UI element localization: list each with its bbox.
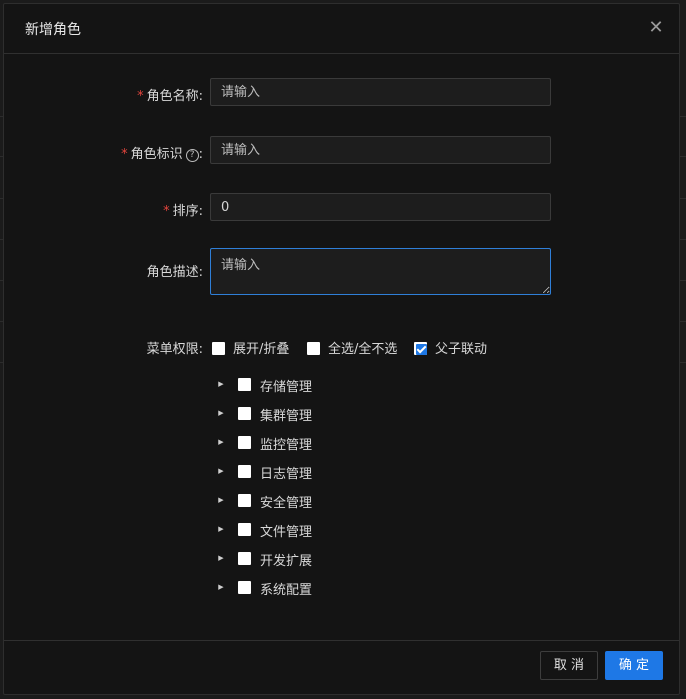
caret-right-icon[interactable]: ▶ bbox=[216, 495, 226, 505]
check-icon bbox=[416, 343, 427, 354]
role-name-input[interactable] bbox=[210, 78, 551, 106]
parent-child-link-checkbox[interactable]: 父子联动 bbox=[414, 338, 487, 357]
dialog-header: 新增角色 ✕ bbox=[4, 4, 679, 54]
caret-right-icon[interactable]: ▶ bbox=[216, 379, 226, 389]
caret-right-icon[interactable]: ▶ bbox=[216, 553, 226, 563]
tree-item-label: 文件管理 bbox=[260, 525, 313, 540]
checkbox[interactable] bbox=[238, 407, 251, 420]
required-mark: * bbox=[137, 89, 144, 104]
checkbox[interactable] bbox=[307, 342, 320, 355]
role-key-input[interactable] bbox=[210, 136, 551, 164]
tree-item-label: 监控管理 bbox=[260, 438, 313, 453]
tree-item-label: 系统配置 bbox=[260, 583, 313, 598]
checkbox[interactable] bbox=[212, 342, 225, 355]
caret-right-icon[interactable]: ▶ bbox=[216, 466, 226, 476]
checkbox-checked[interactable] bbox=[414, 342, 427, 355]
menu-perm-label: 菜单权限: bbox=[146, 342, 203, 357]
checkbox[interactable] bbox=[238, 465, 251, 478]
checkbox[interactable] bbox=[238, 581, 251, 594]
required-mark: * bbox=[163, 204, 170, 219]
expand-collapse-label: 展开/折叠 bbox=[233, 342, 290, 357]
help-icon[interactable]: ? bbox=[185, 149, 199, 162]
role-key-label: * 角色标识?: bbox=[121, 143, 203, 162]
dialog-footer: 取 消 确 定 bbox=[4, 640, 679, 694]
tree-item-label: 集群管理 bbox=[260, 409, 313, 424]
confirm-button[interactable]: 确 定 bbox=[605, 651, 663, 680]
dialog-title: 新增角色 bbox=[25, 22, 81, 38]
role-key-label-colon: : bbox=[198, 147, 203, 162]
tree-item-label: 开发扩展 bbox=[260, 554, 313, 569]
sort-input[interactable] bbox=[210, 193, 551, 221]
tree-item-label: 日志管理 bbox=[260, 467, 313, 482]
description-label: 角色描述: bbox=[146, 265, 203, 280]
checkbox[interactable] bbox=[238, 436, 251, 449]
checkbox[interactable] bbox=[238, 552, 251, 565]
caret-right-icon[interactable]: ▶ bbox=[216, 582, 226, 592]
select-all-checkbox[interactable]: 全选/全不选 bbox=[307, 338, 397, 357]
select-all-label: 全选/全不选 bbox=[328, 342, 398, 357]
role-name-label: * 角色名称: bbox=[137, 85, 203, 104]
tree-item-label: 安全管理 bbox=[260, 496, 313, 511]
role-key-label-text: 角色标识 bbox=[130, 147, 183, 162]
checkbox[interactable] bbox=[238, 494, 251, 507]
caret-right-icon[interactable]: ▶ bbox=[216, 408, 226, 418]
sort-label: * 排序: bbox=[163, 200, 203, 219]
description-textarea[interactable] bbox=[210, 248, 551, 295]
parent-child-link-label: 父子联动 bbox=[435, 342, 488, 357]
checkbox[interactable] bbox=[238, 378, 251, 391]
sort-label-text: 排序: bbox=[172, 204, 203, 219]
required-mark: * bbox=[121, 147, 128, 162]
caret-right-icon[interactable]: ▶ bbox=[216, 437, 226, 447]
expand-collapse-checkbox[interactable]: 展开/折叠 bbox=[212, 338, 289, 357]
add-role-dialog: 新增角色 ✕ *角色名称: *角色标识?: *排序: 角色描述: 菜单权限: 展… bbox=[3, 3, 680, 695]
role-name-label-text: 角色名称: bbox=[146, 89, 203, 104]
close-icon[interactable]: ✕ bbox=[645, 17, 667, 39]
caret-right-icon[interactable]: ▶ bbox=[216, 524, 226, 534]
checkbox[interactable] bbox=[238, 523, 251, 536]
tree-item-label: 存储管理 bbox=[260, 380, 313, 395]
cancel-button[interactable]: 取 消 bbox=[540, 651, 598, 680]
